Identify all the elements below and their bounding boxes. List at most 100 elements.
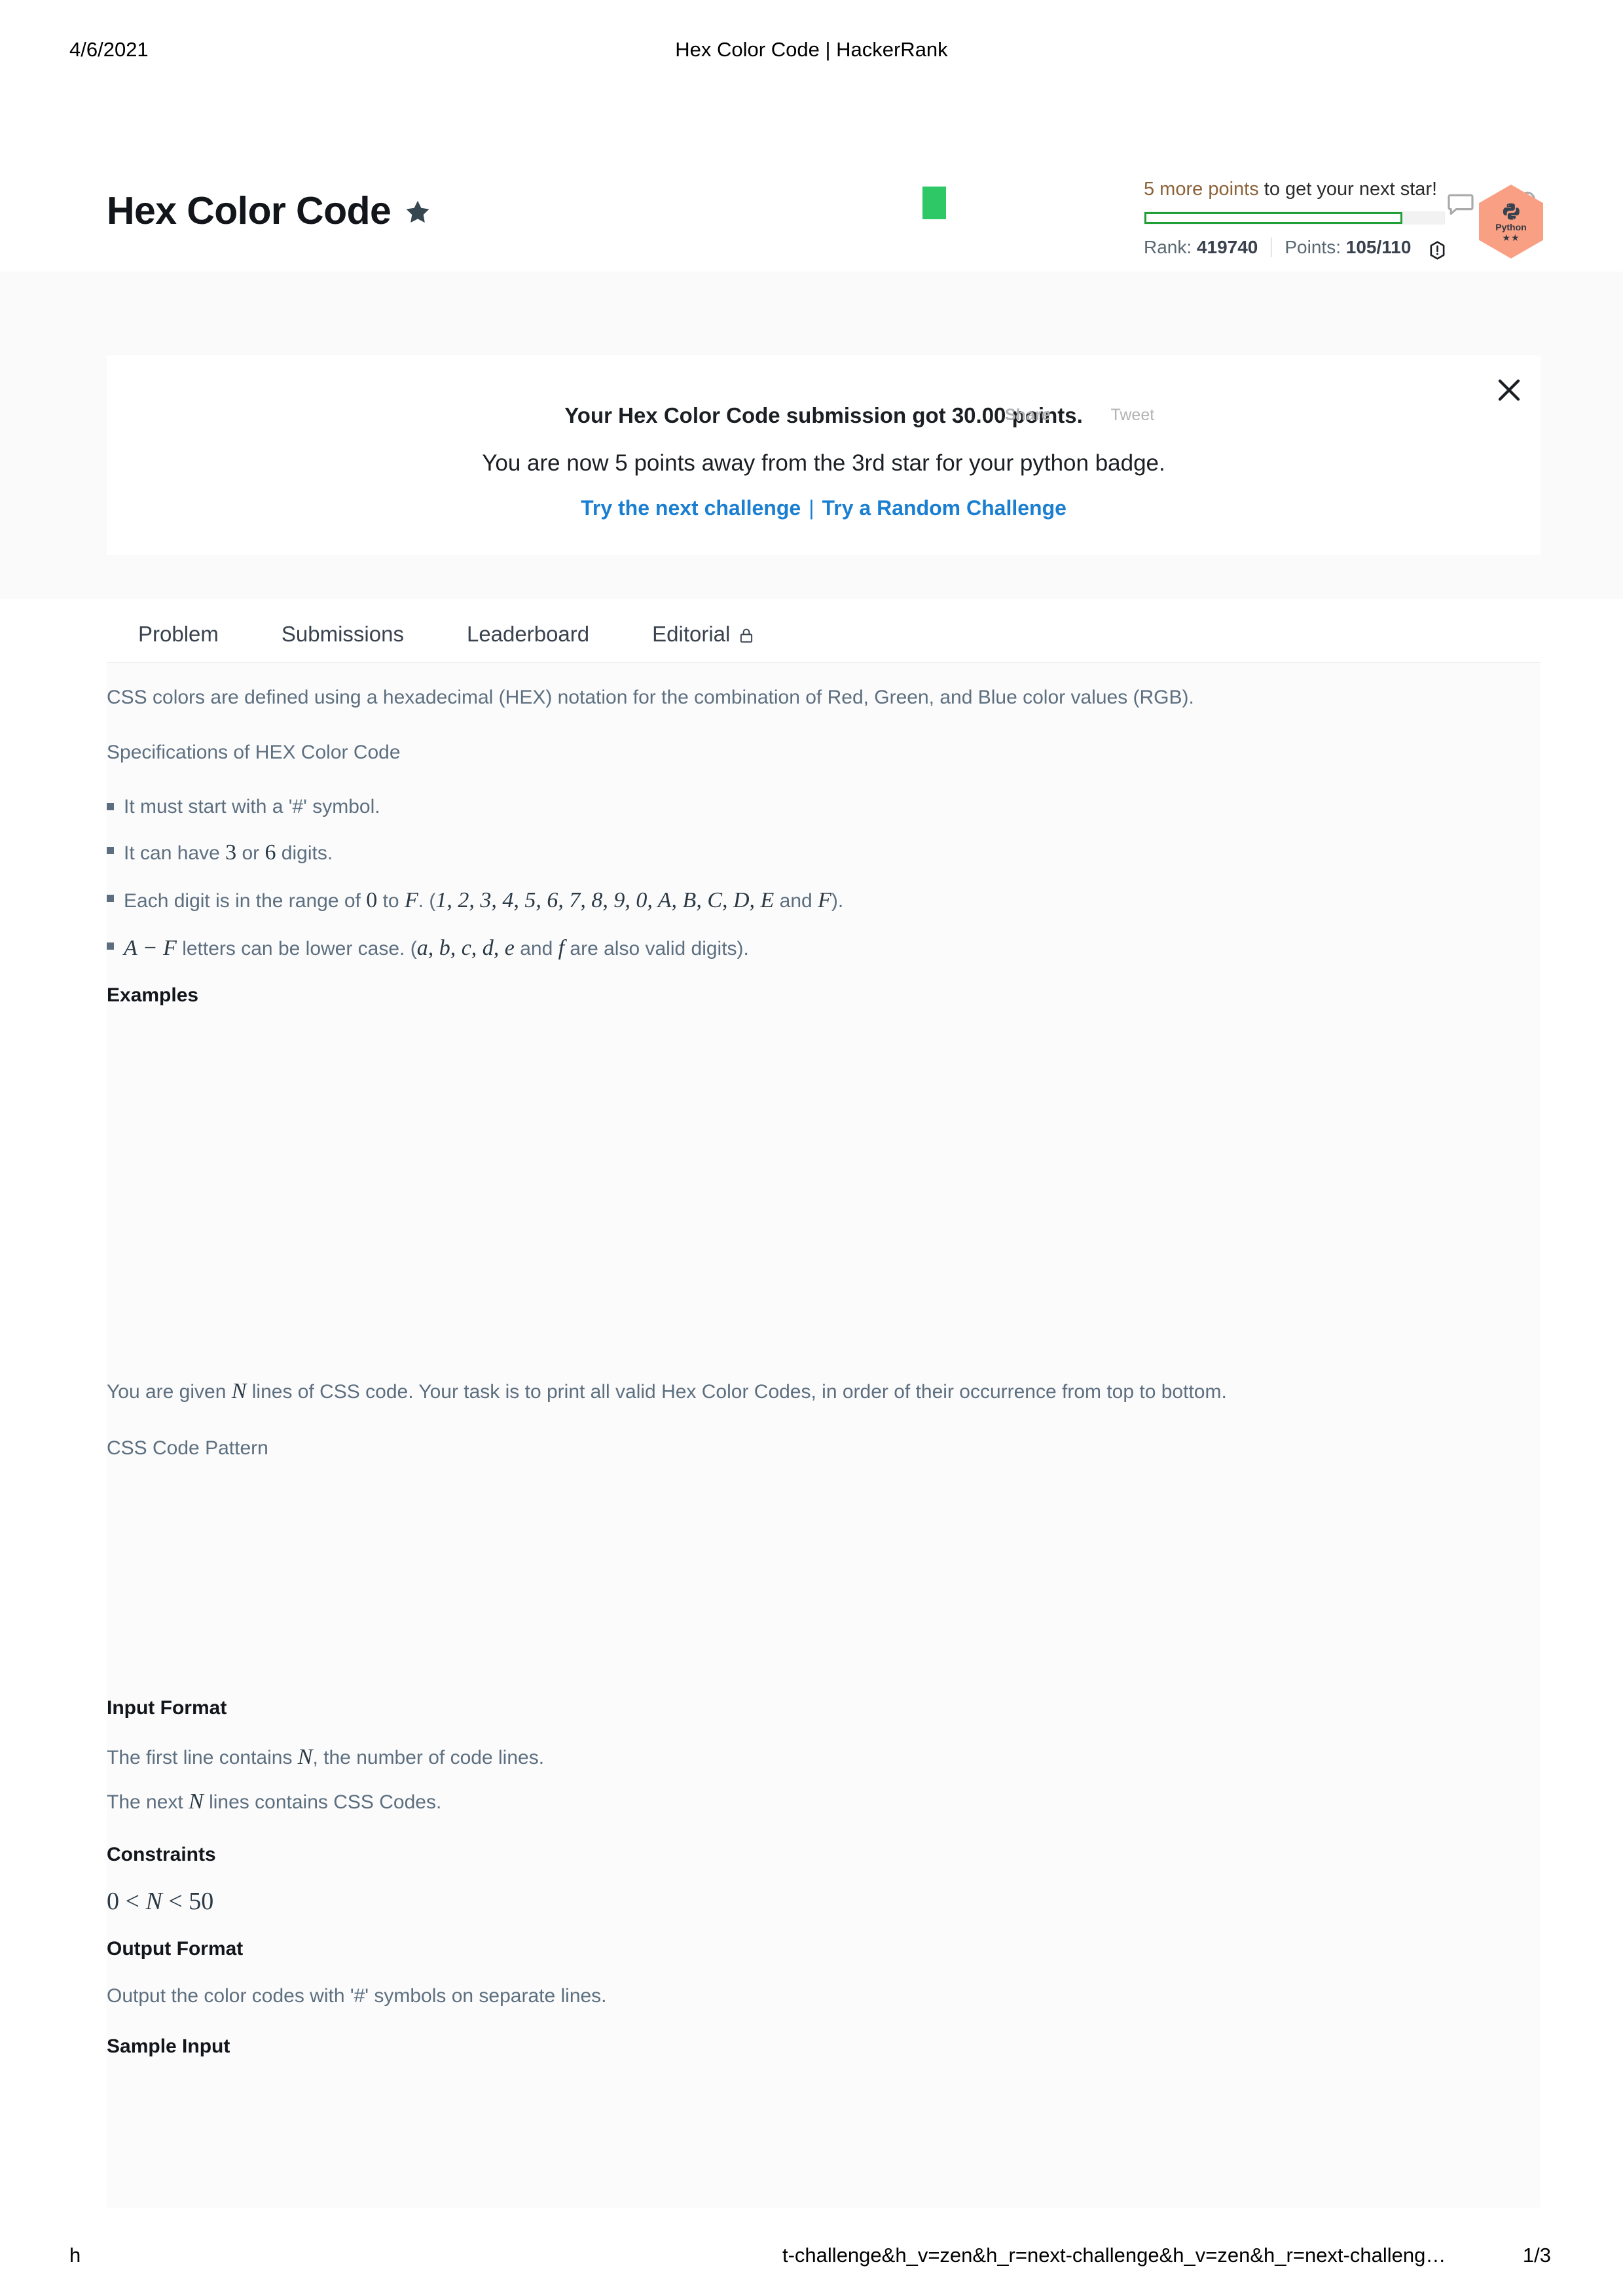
tweet-button[interactable]: Tweet [1110, 406, 1154, 425]
problem-content-panel: CSS colors are defined using a hexadecim… [107, 663, 1541, 2208]
top-navigation-bar [0, 85, 1623, 219]
spec-2-pre: It can have [124, 842, 226, 865]
tab-editorial[interactable]: Editorial [621, 622, 786, 647]
spec-2-mid: or [236, 842, 265, 865]
task-description: You are given N lines of CSS code. Your … [107, 1374, 1541, 1408]
spec-4-math-2: a, b, c, d, e [416, 936, 515, 961]
banner-link-separator: | [809, 496, 814, 520]
rank-points-line: Rank: 419740 Points: 105/110 [1144, 237, 1465, 261]
spec-3-math-3: 1, 2, 3, 4, 5, 6, 7, 8, 9, 0, A, B, C, D… [435, 888, 775, 913]
input-line1-math: N [297, 1745, 313, 1770]
page-title: Hex Color Code [107, 188, 432, 233]
input-format-line-1: The first line contains N, the number of… [107, 1740, 1541, 1774]
constraints-heading: Constraints [107, 1843, 216, 1865]
try-random-challenge-link[interactable]: Try a Random Challenge [822, 496, 1067, 520]
input-line2-post: lines contains CSS Codes. [203, 1791, 442, 1814]
badge-content: Python ★★ [1479, 185, 1543, 259]
tab-problem-label: Problem [138, 622, 219, 646]
points-value: 105/110 [1345, 237, 1412, 258]
lock-icon [740, 628, 753, 643]
constraints-expression: 0 < N < 50 [107, 1887, 1541, 1916]
spec-2-math-1: 3 [225, 840, 237, 865]
spec-item-3: Each digit is in the range of 0 to F. (1… [107, 884, 1541, 917]
badge-label: Python [1495, 221, 1527, 232]
next-star-points: 5 more points [1144, 179, 1259, 200]
spec-item-4: A − F letters can be lower case. (a, b, … [107, 931, 1541, 965]
output-format-text: Output the color codes with '#' symbols … [107, 1984, 607, 2007]
challenge-tabs: Problem Submissions Leaderboard Editoria… [107, 622, 786, 647]
examples-code-block [107, 1028, 1541, 1374]
constraints-expr-a: 0 < [107, 1887, 146, 1915]
spec-3-pre: Each digit is in the range of [124, 890, 367, 912]
share-button[interactable]: Share [1005, 406, 1050, 425]
try-next-challenge-link[interactable]: Try the next challenge [581, 496, 801, 520]
print-footer-page-number: 1/3 [1522, 2244, 1551, 2267]
input-line2-pre: The next [107, 1791, 189, 1814]
css-pattern-code-block [107, 1488, 1541, 1697]
spec-3-mid3: and [774, 890, 818, 912]
spec-3-math-1: 0 [366, 888, 378, 913]
tab-submissions-label: Submissions [281, 622, 404, 646]
input-format-heading: Input Format [107, 1697, 227, 1719]
tab-editorial-label: Editorial [652, 622, 731, 646]
spec-3-mid: to [377, 890, 405, 912]
problem-statement: CSS colors are defined using a hexadecim… [107, 663, 1541, 2236]
problem-intro: CSS colors are defined using a hexadecim… [107, 687, 1194, 708]
css-pattern-heading: CSS Code Pattern [107, 1437, 268, 1459]
star-icon[interactable] [403, 198, 432, 226]
constraints-expr-b: < 50 [162, 1887, 214, 1915]
print-footer-left: h [69, 2244, 81, 2267]
spec-4-math-3: f [558, 936, 565, 961]
star-progress-fill [1144, 211, 1402, 224]
banner-links: Try the next challenge | Try a Random Chal… [107, 496, 1541, 520]
print-header: 4/6/2021 Hex Color Code | HackerRank [0, 38, 1623, 64]
page-title-text: Hex Color Code [107, 189, 392, 232]
spec-list: It must start with a '#' symbol. It can … [107, 792, 1541, 965]
spec-3-post: ). [831, 890, 844, 912]
python-badge[interactable]: Python ★★ [1479, 185, 1543, 259]
spec-1-text: It must start with a '#' symbol. [124, 796, 380, 818]
spec-4-post: are also valid digits). [564, 938, 749, 960]
rank-value: 419740 [1196, 237, 1258, 258]
constraints-expr-var: N [145, 1887, 162, 1915]
star-progress-bar [1144, 211, 1445, 224]
task-math-n: N [231, 1379, 247, 1404]
sample-input-code-block [107, 2079, 1541, 2236]
challenge-header: Hex Color Code 5 more points to get your… [0, 164, 1623, 272]
print-footer-url: t-challenge&h_v=zen&h_r=next-challenge&h… [782, 2244, 1446, 2267]
tab-problem[interactable]: Problem [107, 622, 250, 647]
banner-subline: You are now 5 points away from the 3rd s… [482, 450, 1165, 476]
tab-leaderboard[interactable]: Leaderboard [435, 622, 621, 647]
info-icon[interactable] [1427, 240, 1448, 261]
banner-headline: Your Hex Color Code submission got 30.00… [564, 403, 1083, 427]
badge-stars: ★★ [1502, 232, 1520, 243]
print-footer: h t-challenge&h_v=zen&h_r=next-challenge… [0, 2244, 1623, 2270]
spec-3-math-4: F [818, 888, 831, 913]
task-post: lines of CSS code. Your task is to print… [246, 1381, 1227, 1403]
next-star-message: 5 more points to get your next star! [1144, 178, 1465, 201]
spec-4-mid: letters can be lower case. ( [176, 938, 417, 960]
submission-result-banner: Your Hex Color Code submission got 30.00… [107, 355, 1541, 555]
banner-social-buttons: Share Tweet [1005, 406, 1154, 425]
rank-label: Rank: [1144, 237, 1192, 258]
input-line1-pre: The first line contains [107, 1747, 298, 1769]
spec-2-math-2: 6 [264, 840, 276, 865]
tab-submissions[interactable]: Submissions [250, 622, 435, 647]
spec-2-post: digits. [276, 842, 333, 865]
print-document-title: Hex Color Code | HackerRank [675, 38, 948, 61]
challenge-stats: 5 more points to get your next star! Ran… [1144, 173, 1465, 261]
points-label: Points: [1285, 237, 1341, 258]
spec-4-mid2: and [514, 938, 558, 960]
spec-3-math-2: F [404, 888, 418, 913]
close-icon[interactable] [1493, 374, 1525, 406]
task-pre: You are given [107, 1381, 232, 1403]
input-format-line-2: The next N lines contains CSS Codes. [107, 1785, 1541, 1819]
spec-4-math-1: A − F [124, 936, 177, 961]
tab-leaderboard-label: Leaderboard [466, 622, 590, 646]
challenge-stats-panel: 5 more points to get your next star! Ran… [1144, 173, 1543, 261]
examples-heading: Examples [107, 984, 199, 1007]
spec-3-mid2: . ( [418, 890, 436, 912]
input-line2-math: N [189, 1789, 204, 1814]
python-logo-icon [1503, 203, 1520, 220]
output-format-heading: Output Format [107, 1937, 244, 1960]
